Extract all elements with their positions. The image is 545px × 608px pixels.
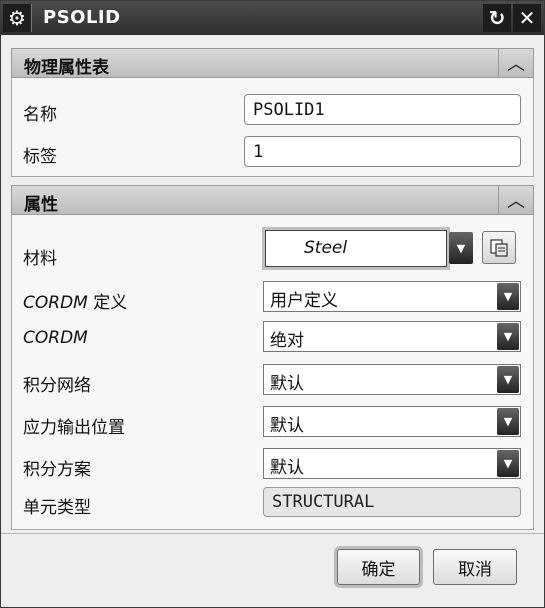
close-icon[interactable]: ✕: [513, 4, 541, 32]
select-value: 用户定义: [270, 291, 338, 311]
chevron-down-icon[interactable]: ▼: [497, 323, 519, 350]
integration-scheme-label: 积分方案: [23, 460, 91, 480]
definition-text: 定义: [87, 293, 128, 313]
physical-table-section-header[interactable]: 物理属性表 ︿: [11, 48, 534, 78]
material-select[interactable]: Steel: [265, 230, 447, 267]
chevron-up-icon[interactable]: ︿: [498, 186, 533, 214]
select-value: 默认: [270, 458, 304, 478]
cancel-button[interactable]: 取消: [433, 549, 517, 585]
tag-label: 标签: [23, 147, 57, 167]
material-library-icon[interactable]: [482, 231, 516, 264]
element-type-value: STRUCTURAL: [263, 487, 521, 517]
properties-section-header[interactable]: 属性 ︿: [11, 185, 534, 215]
ok-button[interactable]: 确定: [337, 549, 420, 585]
divider: [1, 533, 544, 534]
cordm-select[interactable]: 绝对 ▼: [263, 321, 521, 352]
integration-network-select[interactable]: 默认 ▼: [263, 364, 521, 395]
chevron-down-icon[interactable]: ▼: [449, 232, 473, 264]
cordm-text: CORDM: [23, 328, 88, 348]
gear-icon[interactable]: ⚙: [3, 4, 32, 32]
dialog-title: PSOLID: [43, 7, 121, 28]
stress-output-location-label: 应力输出位置: [23, 418, 125, 438]
select-value: 绝对: [270, 331, 304, 351]
tag-field[interactable]: [244, 136, 521, 167]
select-value: 默认: [270, 374, 304, 394]
integration-scheme-select[interactable]: 默认 ▼: [263, 448, 521, 479]
chevron-down-icon[interactable]: ▼: [497, 450, 519, 477]
material-label: 材料: [23, 249, 57, 269]
integration-network-label: 积分网络: [23, 376, 91, 396]
cordm-label: CORDM: [23, 328, 88, 348]
stress-output-location-select[interactable]: 默认 ▼: [263, 406, 521, 437]
section-title: 属性: [24, 195, 58, 215]
cordm-definition-select[interactable]: 用户定义 ▼: [263, 281, 521, 312]
element-type-label: 单元类型: [23, 498, 91, 518]
chevron-up-icon[interactable]: ︿: [498, 49, 533, 77]
chevron-down-icon[interactable]: ▼: [497, 366, 519, 393]
reset-icon[interactable]: ↻: [483, 4, 511, 32]
chevron-down-icon[interactable]: ▼: [497, 408, 519, 435]
section-title: 物理属性表: [24, 58, 109, 78]
select-value: 默认: [270, 416, 304, 436]
name-label: 名称: [23, 105, 57, 125]
name-field[interactable]: [244, 94, 521, 125]
title-bar[interactable]: ⚙ PSOLID ↻ ✕: [1, 1, 544, 35]
psolid-dialog: ⚙ PSOLID ↻ ✕ 物理属性表 ︿ 名称 标签 属性 ︿ 材料 Steel…: [0, 0, 545, 608]
cordm-text: CORDM: [23, 293, 88, 313]
cordm-definition-label: CORDM 定义: [23, 288, 127, 313]
chevron-down-icon[interactable]: ▼: [497, 283, 519, 310]
material-value: Steel: [304, 238, 348, 258]
